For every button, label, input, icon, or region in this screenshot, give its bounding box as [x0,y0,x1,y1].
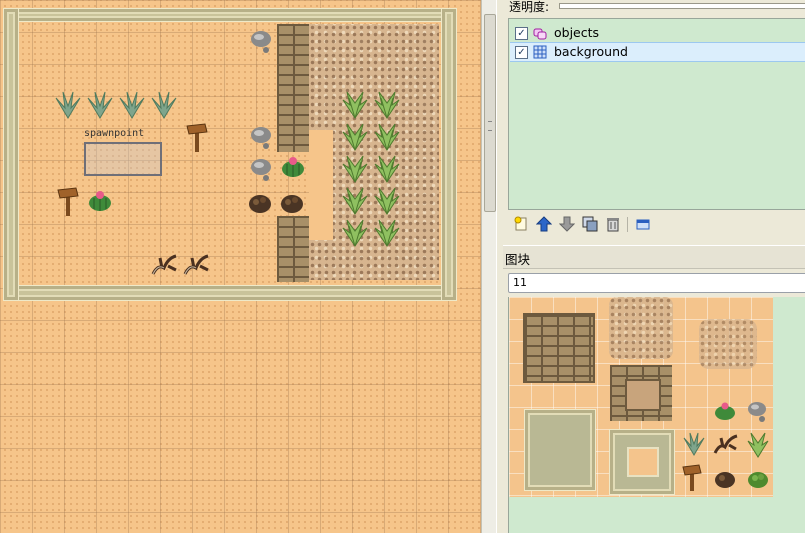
tile-dry-bush-icon[interactable] [714,469,736,489]
arrow-up-icon [536,216,552,232]
lower-layer-button[interactable] [558,215,576,233]
gravel-sand-notch [309,130,333,240]
brick-path-lower [277,216,309,282]
agave-plant-icon [55,91,81,119]
tile-gravel[interactable] [699,319,757,369]
green-bush-icon [342,155,368,183]
green-bush-icon [374,91,400,119]
tileset-panel-header: 图块 [503,245,805,269]
opacity-row: 透明度: [507,0,805,14]
green-bush-icon [342,123,368,151]
rock-icon [251,159,271,181]
tile-signpost-icon[interactable] [681,463,703,491]
tileset-image[interactable] [509,297,773,497]
tileset-dropdown-value: 11 [513,276,527,289]
scrollbar-thumb[interactable] [484,14,496,212]
delete-layer-button[interactable] [604,215,622,233]
duplicate-layer-button[interactable] [581,215,599,233]
layer-item-background[interactable]: ✓ background [510,42,805,62]
tileset-dropdown[interactable]: 11 [508,273,805,293]
tile-layer-icon [533,45,547,59]
new-layer-button[interactable] [512,215,530,233]
dead-tree-icon [183,254,209,275]
tile-agave-plant-icon[interactable] [681,431,707,457]
map-vertical-scrollbar[interactable] [481,0,497,533]
tile-brick[interactable] [523,313,595,383]
green-bush-icon [374,155,400,183]
opacity-label: 透明度: [509,0,550,14]
layer-visibility-checkbox[interactable]: ✓ [515,27,528,40]
tile-green-bush-icon[interactable] [745,431,771,459]
green-bush-icon [342,187,368,215]
opacity-slider[interactable] [559,3,805,9]
agave-plant-icon [119,91,145,119]
green-bush-icon [342,91,368,119]
left-wall [3,8,19,301]
objects-layer-icon [533,28,547,40]
raise-layer-button[interactable] [535,215,553,233]
tile-stone-frame-center [627,447,659,477]
tile-brick-frame-center [625,379,661,411]
map-canvas[interactable]: spawnpoint [0,0,481,533]
tileset-panel-title: 图块 [505,252,531,267]
tile-dead-tree-icon[interactable] [712,433,740,457]
tile-shrub-icon[interactable] [747,469,769,489]
spawnpoint-object[interactable] [84,142,162,176]
dry-bush-icon [249,195,271,213]
barrel-cactus-icon [89,191,111,211]
layer-name: background [554,44,628,59]
tile-rock-icon[interactable] [747,399,769,423]
layer-properties-button[interactable] [634,215,652,233]
layer-name: objects [554,25,600,40]
signpost-icon [186,123,208,152]
dry-bush-icon [281,195,303,213]
layer-properties-icon [636,219,650,230]
duplicate-layer-icon [582,216,598,232]
toolbar-separator [627,217,628,232]
rock-icon [251,31,271,53]
tile-gravel-edge[interactable] [609,297,673,359]
right-wall [441,8,457,301]
agave-plant-icon [151,91,177,119]
layers-panel: 透明度: ✓ objects ✓ background 图块 11 [503,0,805,533]
green-bush-icon [374,219,400,247]
layer-list: ✓ objects ✓ background [508,18,805,210]
new-layer-icon [514,216,527,231]
spawnpoint-label: spawnpoint [84,128,145,139]
bottom-wall [3,285,457,301]
green-bush-icon [374,123,400,151]
tileset-view[interactable] [508,297,805,533]
delete-layer-icon [607,218,619,232]
green-bush-icon [342,219,368,247]
layer-visibility-checkbox[interactable]: ✓ [515,46,528,59]
arrow-down-icon [559,216,575,232]
top-wall [3,8,457,22]
agave-plant-icon [87,91,113,119]
signpost-icon [57,187,79,216]
rock-icon [251,127,271,149]
tile-stone-block[interactable] [524,409,596,491]
brick-path-upper [277,24,309,152]
layer-toolbar [508,212,805,236]
green-bush-icon [374,187,400,215]
tile-barrel-cactus-icon[interactable] [714,401,736,421]
barrel-cactus-icon [282,157,304,177]
layer-item-objects[interactable]: ✓ objects [510,24,805,42]
dead-tree-icon [151,254,177,275]
